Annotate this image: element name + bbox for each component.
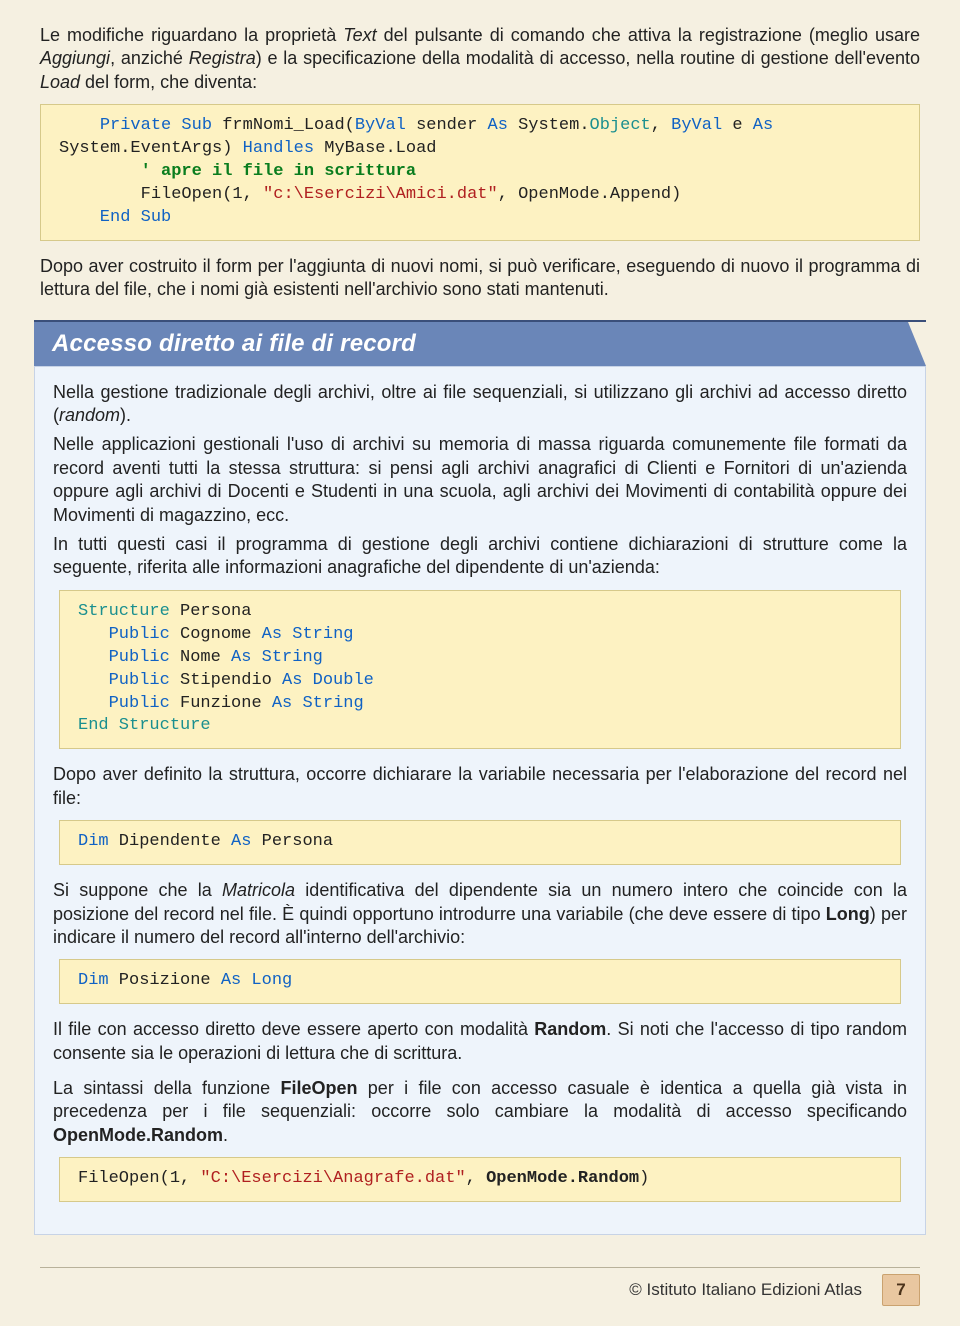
kw: Public [78, 625, 170, 644]
text-bold: Long [826, 904, 870, 924]
page-number: 7 [882, 1274, 920, 1306]
code: sender [406, 116, 488, 135]
text-italic: Aggiungi [40, 48, 110, 68]
code: , [651, 116, 671, 135]
code: System.EventArgs) [59, 139, 243, 158]
kw: End Sub [59, 208, 171, 227]
kw: Dim [78, 971, 109, 990]
paragraph: Dopo aver costruito il form per l'aggiun… [40, 255, 920, 302]
code: Dipendente [109, 832, 231, 851]
section-header: Accesso diretto ai file di record [34, 320, 926, 366]
text-italic: Registra [189, 48, 256, 68]
text-bold: OpenMode.Random [53, 1125, 223, 1145]
paragraph: La sintassi della funzione FileOpen per … [53, 1077, 907, 1147]
code: MyBase.Load [314, 139, 436, 158]
kw: Public [78, 648, 170, 667]
code: , [466, 1169, 486, 1188]
kw: As String [262, 625, 354, 644]
paragraph: Il file con accesso diretto deve essere … [53, 1018, 907, 1065]
footer: © Istituto Italiano Edizioni Atlas 7 [40, 1267, 920, 1306]
kw: As Double [282, 671, 374, 690]
text-bold: Random [534, 1019, 606, 1039]
code: frmNomi_Load( [212, 116, 355, 135]
code: ) [639, 1169, 649, 1188]
kw: Object [590, 116, 651, 135]
code: Stipendio [170, 671, 282, 690]
text: ). [120, 405, 131, 425]
page: Le modifiche riguardano la proprietà Tex… [0, 0, 960, 1326]
code-bold: OpenMode.Random [486, 1169, 639, 1188]
text: Si suppone che la [53, 880, 222, 900]
kw: Dim [78, 832, 109, 851]
code-line: FileOpen(1, "c:\Esercizi\Amici.dat", Ope… [59, 185, 681, 204]
kw: As [231, 832, 251, 851]
string: "c:\Esercizi\Amici.dat" [263, 185, 498, 204]
paragraph: Nella gestione tradizionale degli archiv… [53, 381, 907, 428]
paragraph: Si suppone che la Matricola identificati… [53, 879, 907, 949]
text-italic: Load [40, 72, 80, 92]
code-block-dim-posizione: Dim Posizione As Long [59, 959, 901, 1004]
kw: As String [231, 648, 323, 667]
text: Le modifiche riguardano la proprietà [40, 25, 343, 45]
text-bold: FileOpen [280, 1078, 357, 1098]
kw: As [488, 116, 508, 135]
kw: ByVal [355, 116, 406, 135]
kw: Public [78, 694, 170, 713]
text-italic: Text [343, 25, 376, 45]
code: Cognome [170, 625, 262, 644]
text: Nella gestione tradizionale degli archiv… [53, 382, 907, 425]
kw: ByVal [671, 116, 722, 135]
kw: Handles [243, 139, 314, 158]
kw: As String [272, 694, 364, 713]
paragraph: Nelle applicazioni gestionali l'uso di a… [53, 433, 907, 527]
code-line: Private Sub frmNomi_Load(ByVal sender As… [59, 116, 773, 135]
kw: End Structure [78, 716, 211, 735]
text: . [223, 1125, 228, 1145]
text: Il file con accesso diretto deve essere … [53, 1019, 534, 1039]
paragraph: Dopo aver definito la struttura, occorre… [53, 763, 907, 810]
code-block-structure: Structure Persona Public Cognome As Stri… [59, 590, 901, 750]
text-italic: random [59, 405, 120, 425]
code-block-dim-dipendente: Dim Dipendente As Persona [59, 820, 901, 865]
footer-copyright: © Istituto Italiano Edizioni Atlas [629, 1280, 862, 1300]
text: del pulsante di comando che attiva la re… [377, 25, 920, 45]
kw: Private Sub [100, 116, 212, 135]
text: La sintassi della funzione [53, 1078, 280, 1098]
code-block-fileopen-random: FileOpen(1, "C:\Esercizi\Anagrafe.dat", … [59, 1157, 901, 1202]
code: Posizione [109, 971, 221, 990]
code: FileOpen(1, [59, 185, 263, 204]
text: del form, che diventa: [80, 72, 257, 92]
kw: As [753, 116, 773, 135]
text: ) e la specificazione della modalità di … [256, 48, 920, 68]
section-body: Nella gestione tradizionale degli archiv… [34, 366, 926, 1235]
code: , OpenMode.Append) [498, 185, 682, 204]
code: Nome [170, 648, 231, 667]
code: e [722, 116, 753, 135]
code: FileOpen(1, [78, 1169, 200, 1188]
code-block-load: Private Sub frmNomi_Load(ByVal sender As… [40, 104, 920, 241]
code: System. [508, 116, 590, 135]
code: Persona [170, 602, 252, 621]
text: , anziché [110, 48, 189, 68]
intro-paragraph: Le modifiche riguardano la proprietà Tex… [40, 24, 920, 94]
code-line: System.EventArgs) Handles MyBase.Load [59, 139, 436, 158]
string: "C:\Esercizi\Anagrafe.dat" [200, 1169, 465, 1188]
code: Persona [251, 832, 333, 851]
kw: Structure [78, 602, 170, 621]
kw: Public [78, 671, 170, 690]
text-italic: Matricola [222, 880, 295, 900]
code: Funzione [170, 694, 272, 713]
kw: As Long [221, 971, 292, 990]
code-comment: ' apre il file in scrittura [59, 162, 416, 181]
paragraph: In tutti questi casi il programma di ges… [53, 533, 907, 580]
